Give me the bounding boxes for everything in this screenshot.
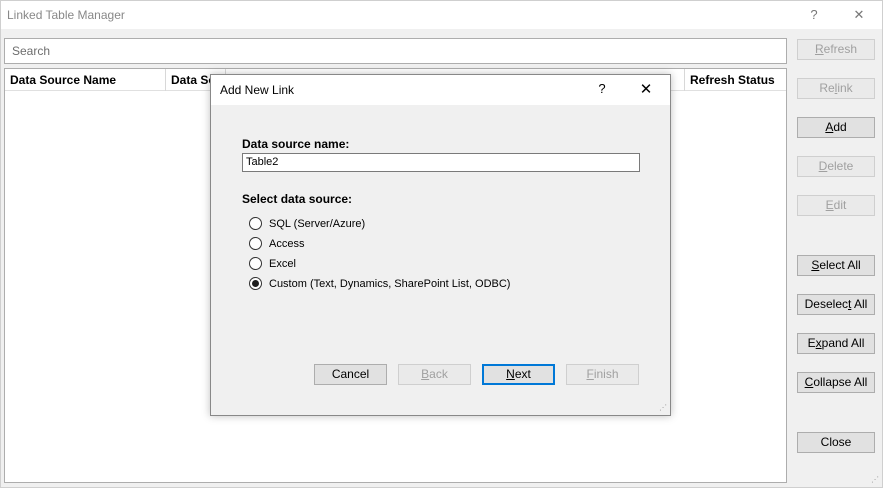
- title-bar: Linked Table Manager ? ✕: [1, 1, 882, 29]
- expand-all-button[interactable]: Expand All: [797, 333, 875, 354]
- radio-label: Custom (Text, Dynamics, SharePoint List,…: [269, 278, 511, 290]
- radio-label: Excel: [269, 258, 296, 270]
- window-title: Linked Table Manager: [7, 8, 125, 22]
- radio-label: Access: [269, 238, 305, 250]
- finish-button[interactable]: Finish: [566, 364, 639, 385]
- relink-button[interactable]: Relink: [797, 78, 875, 99]
- cancel-button[interactable]: Cancel: [314, 364, 387, 385]
- column-header-refresh-status[interactable]: Refresh Status: [684, 69, 784, 91]
- add-new-link-dialog: Add New Link ? ✕ Data source name: Table…: [210, 74, 671, 416]
- search-input[interactable]: Search: [4, 38, 787, 64]
- data-source-name-label: Data source name:: [242, 137, 350, 151]
- radio-button[interactable]: [249, 257, 262, 270]
- help-button[interactable]: ?: [803, 5, 825, 25]
- dialog-help-button[interactable]: ?: [594, 81, 610, 96]
- dialog-title: Add New Link: [220, 83, 295, 97]
- select-all-button[interactable]: Select All: [797, 255, 875, 276]
- delete-button[interactable]: Delete: [797, 156, 875, 177]
- close-icon[interactable]: ✕: [848, 5, 870, 25]
- add-button[interactable]: Add: [797, 117, 875, 138]
- data-source-name-field[interactable]: Table2: [242, 153, 640, 172]
- radio-button[interactable]: [249, 237, 262, 250]
- close-button[interactable]: Close: [797, 432, 875, 453]
- radio-label: SQL (Server/Azure): [269, 218, 366, 230]
- column-header-data-source-name[interactable]: Data Source Name: [5, 69, 166, 91]
- linked-table-manager-window: Linked Table Manager ? ✕ Search Data Sou…: [0, 0, 883, 488]
- dialog-resize-grip-icon[interactable]: ⋰: [659, 404, 667, 412]
- radio-button[interactable]: [249, 217, 262, 230]
- refresh-button[interactable]: Refresh: [797, 39, 875, 60]
- resize-grip-icon[interactable]: ⋰: [871, 476, 879, 484]
- collapse-all-button[interactable]: Collapse All: [797, 372, 875, 393]
- dialog-close-icon[interactable]: ✕: [636, 80, 656, 98]
- edit-button[interactable]: Edit: [797, 195, 875, 216]
- deselect-all-button[interactable]: Deselect All: [797, 294, 875, 315]
- select-data-source-label: Select data source:: [242, 192, 353, 206]
- next-button[interactable]: Next: [482, 364, 555, 385]
- dialog-title-bar: Add New Link ? ✕: [211, 75, 670, 105]
- radio-button-selected[interactable]: [249, 277, 262, 290]
- back-button[interactable]: Back: [398, 364, 471, 385]
